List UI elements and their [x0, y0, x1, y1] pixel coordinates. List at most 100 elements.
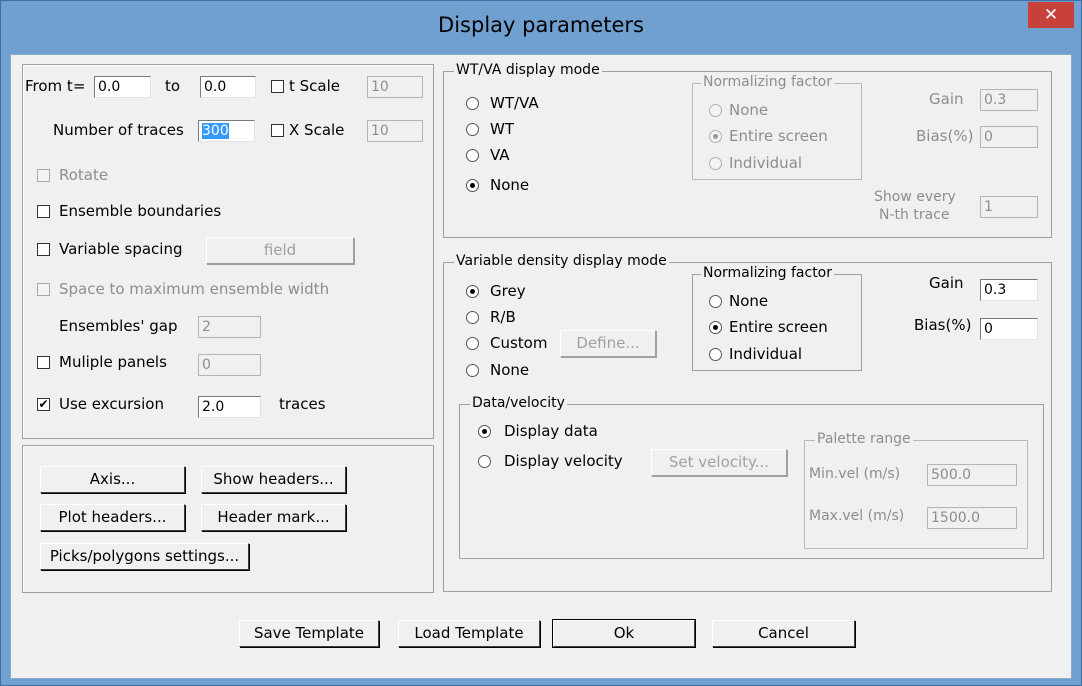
picks-polygons-settings-button[interactable]: Picks/polygons settings...: [40, 543, 249, 570]
wtva-option-wt: WT: [490, 120, 514, 138]
to-label: to: [165, 77, 181, 95]
vd-norm-entire-label: Entire screen: [729, 318, 828, 336]
vd-normalizing-group: Normalizing factor None Entire screen In…: [692, 265, 862, 371]
number-of-traces-input[interactable]: 300: [198, 120, 255, 142]
field-button[interactable]: field: [206, 237, 354, 264]
vd-norm-radio-none[interactable]: [709, 295, 722, 308]
radio-selected-dot: [470, 183, 475, 188]
radio-selected-dot: [713, 134, 718, 139]
ensembles-gap-label: Ensembles' gap: [59, 317, 178, 335]
vd-option-none: None: [490, 361, 530, 379]
show-every-input[interactable]: 1: [980, 196, 1038, 218]
wtva-radio-none[interactable]: [466, 179, 479, 192]
data-velocity-title: Data/velocity: [470, 395, 567, 411]
ok-button[interactable]: Ok: [553, 620, 695, 647]
header-mark-button[interactable]: Header mark...: [201, 504, 346, 531]
wtva-norm-individual-label: Individual: [729, 154, 803, 172]
vd-norm-radio-entire[interactable]: [709, 321, 722, 334]
wtva-norm-radio-none[interactable]: [709, 104, 722, 117]
wtva-norm-entire-label: Entire screen: [729, 127, 828, 145]
plot-headers-button[interactable]: Plot headers...: [40, 504, 185, 531]
vd-bias-input[interactable]: 0: [980, 318, 1038, 340]
axis-button[interactable]: Axis...: [40, 466, 185, 493]
rotate-label: Rotate: [59, 166, 109, 184]
palette-range-group: Palette range Min.vel (m/s) 500.0 Max.ve…: [804, 431, 1028, 549]
vd-normalizing-title: Normalizing factor: [701, 265, 835, 281]
define-button[interactable]: Define...: [560, 330, 656, 357]
wtva-group-title: WT/VA display mode: [454, 62, 602, 78]
variable-spacing-label: Variable spacing: [59, 240, 183, 258]
radio-selected-dot: [713, 325, 718, 330]
wtva-radio-wt[interactable]: [466, 123, 479, 136]
t-scale-input[interactable]: 10: [367, 76, 423, 98]
scale-settings-panel: From t= 0.0 to 0.0 t Scale 10 Number of …: [22, 64, 434, 439]
from-t-label: From t=: [25, 77, 86, 95]
set-velocity-button[interactable]: Set velocity...: [651, 449, 787, 476]
multiple-panels-checkbox[interactable]: [37, 356, 50, 369]
number-of-traces-value: 300: [202, 123, 229, 139]
vd-radio-grey[interactable]: [466, 285, 479, 298]
ensemble-boundaries-checkbox[interactable]: [37, 205, 50, 218]
rotate-checkbox[interactable]: [37, 169, 50, 182]
vd-bias-label: Bias(%): [914, 316, 972, 334]
vd-norm-radio-individual[interactable]: [709, 348, 722, 361]
wtva-bias-label: Bias(%): [916, 127, 974, 145]
show-headers-button[interactable]: Show headers...: [201, 466, 346, 493]
wtva-option-va: VA: [490, 146, 510, 164]
wtva-bias-input[interactable]: 0: [980, 126, 1038, 148]
vd-radio-custom[interactable]: [466, 337, 479, 350]
vd-radio-none[interactable]: [466, 364, 479, 377]
t-scale-checkbox[interactable]: [271, 80, 284, 93]
vd-gain-input[interactable]: 0.3: [980, 279, 1038, 301]
vd-radio-rb[interactable]: [466, 311, 479, 324]
x-scale-label: X Scale: [289, 121, 345, 139]
wtva-radio-wtva[interactable]: [466, 97, 479, 110]
x-scale-input[interactable]: 10: [367, 120, 423, 142]
min-vel-input[interactable]: 500.0: [927, 464, 1017, 486]
save-template-button[interactable]: Save Template: [239, 620, 379, 647]
wtva-gain-input[interactable]: 0.3: [980, 89, 1038, 111]
wtva-norm-radio-individual[interactable]: [709, 157, 722, 170]
title-bar[interactable]: Display parameters ✕: [1, 1, 1081, 53]
load-template-button[interactable]: Load Template: [398, 620, 540, 647]
vd-norm-individual-label: Individual: [729, 345, 803, 363]
wtva-gain-label: Gain: [929, 90, 964, 108]
vd-norm-none-label: None: [729, 292, 769, 310]
window-title: Display parameters: [438, 13, 644, 37]
ensembles-gap-input[interactable]: 2: [198, 316, 261, 338]
to-t-input[interactable]: 0.0: [200, 76, 256, 98]
x-scale-checkbox[interactable]: [271, 124, 284, 137]
wtva-option-none: None: [490, 176, 530, 194]
vd-option-grey: Grey: [490, 282, 526, 300]
from-t-input[interactable]: 0.0: [94, 76, 151, 98]
wtva-radio-va[interactable]: [466, 149, 479, 162]
wtva-norm-radio-entire[interactable]: [709, 130, 722, 143]
multiple-panels-input[interactable]: 0: [198, 354, 261, 376]
radio-selected-dot: [482, 429, 487, 434]
close-icon[interactable]: ✕: [1028, 2, 1074, 28]
dialog-window: Display parameters ✕ From t= 0.0 to 0.0 …: [0, 0, 1082, 686]
variable-density-group: Variable density display mode Grey R/B C…: [443, 253, 1052, 592]
radio-selected-dot: [470, 289, 475, 294]
variable-spacing-checkbox[interactable]: [37, 243, 50, 256]
excursion-input[interactable]: 2.0: [198, 396, 261, 418]
display-data-label: Display data: [504, 422, 598, 440]
dialog-client-area: From t= 0.0 to 0.0 t Scale 10 Number of …: [10, 54, 1072, 679]
wtva-normalizing-group: Normalizing factor None Entire screen In…: [692, 74, 862, 180]
wtva-option-wtva: WT/VA: [490, 94, 539, 112]
vd-gain-label: Gain: [929, 274, 964, 292]
data-velocity-group: Data/velocity Display data Display veloc…: [459, 395, 1044, 559]
use-excursion-label: Use excursion: [59, 395, 164, 413]
space-max-width-checkbox[interactable]: [37, 283, 50, 296]
vd-option-custom: Custom: [490, 334, 548, 352]
max-vel-input[interactable]: 1500.0: [927, 507, 1017, 529]
cancel-button[interactable]: Cancel: [712, 620, 855, 647]
t-scale-label: t Scale: [289, 77, 341, 95]
display-velocity-radio[interactable]: [478, 455, 491, 468]
multiple-panels-label: Muliple panels: [59, 353, 167, 371]
use-excursion-checkbox[interactable]: ✔: [37, 398, 50, 411]
ensemble-boundaries-label: Ensemble boundaries: [59, 202, 222, 220]
wtva-normalizing-title: Normalizing factor: [701, 74, 835, 90]
display-data-radio[interactable]: [478, 425, 491, 438]
show-every-label-line1: Show every: [874, 189, 956, 205]
